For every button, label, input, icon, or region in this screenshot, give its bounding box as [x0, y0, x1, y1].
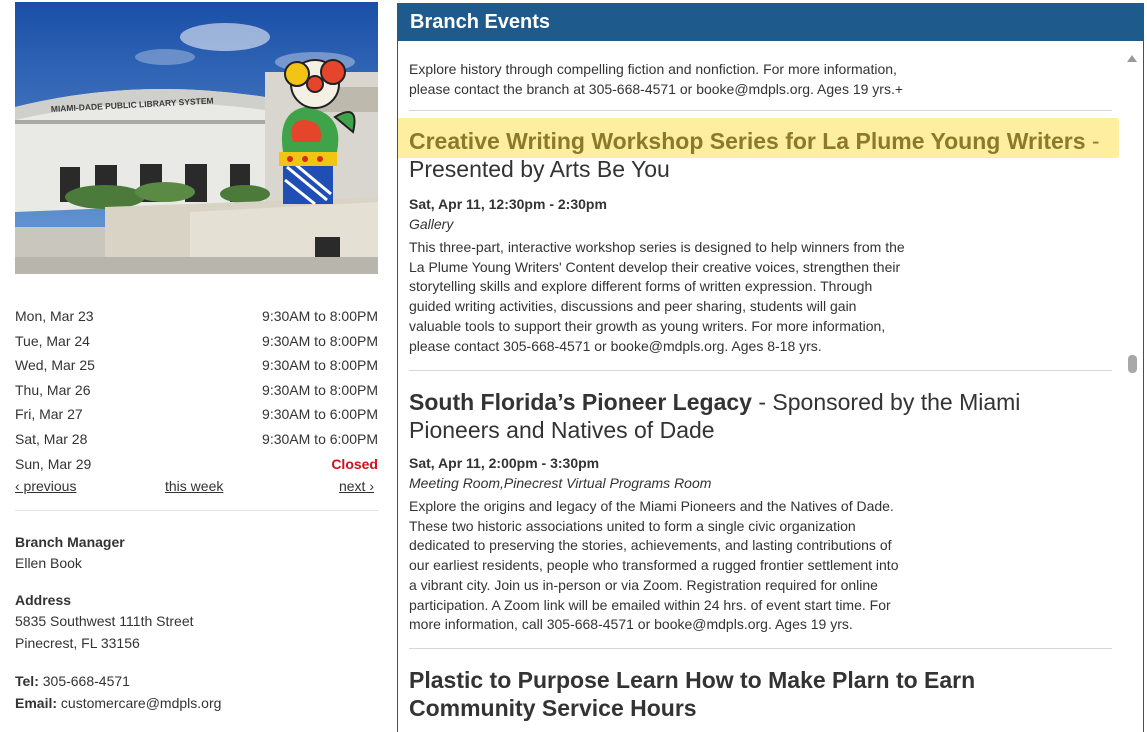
hours-row: Wed, Mar 25 9:30AM to 8:00PM	[15, 354, 378, 379]
branch-manager-name: Ellen Book	[15, 555, 82, 571]
event-name: Plastic to Purpose Learn How to Make Pla…	[409, 667, 976, 721]
hours-time: 9:30AM to 6:00PM	[262, 430, 378, 447]
address-line-1: 5835 Southwest 111th Street	[15, 613, 194, 629]
hours-closed-status: Closed	[331, 455, 378, 472]
hours-row: Thu, Mar 26 9:30AM to 8:00PM	[15, 379, 378, 404]
hours-time: 9:30AM to 6:00PM	[262, 406, 378, 423]
event-divider	[409, 648, 1112, 649]
events-scrollbar[interactable]	[1123, 41, 1143, 732]
event-title-dash: -	[1085, 128, 1100, 154]
hours-day: Fri, Mar 27	[15, 406, 83, 423]
event-subtitle: Presented by Arts Be You	[409, 156, 670, 182]
event-datetime: Sat, Apr 11, 12:30pm - 2:30pm	[409, 196, 607, 212]
hours-row: Fri, Mar 27 9:30AM to 6:00PM	[15, 403, 378, 428]
event-location: Gallery	[409, 216, 454, 232]
telephone: Tel: 305-668-4571	[15, 671, 378, 693]
hours-time: 9:30AM to 8:00PM	[262, 308, 378, 324]
branch-manager-label: Branch Manager	[15, 534, 125, 550]
hours-day: Mon, Mar 23	[15, 308, 94, 324]
hours-day: Thu, Mar 26	[15, 381, 91, 398]
event-description: This three-part, interactive workshop se…	[409, 239, 905, 354]
event-datetime: Sat, Apr 11, 2:00pm - 3:30pm	[409, 455, 600, 471]
hours-row: Sat, Mar 28 9:30AM to 6:00PM	[15, 428, 378, 453]
email-value: customercare@mdpls.org	[60, 695, 222, 711]
previous-week-link[interactable]: ‹ previous	[15, 478, 76, 494]
this-week-link[interactable]: this week	[165, 478, 223, 494]
panel-title: Branch Events	[398, 4, 1143, 41]
event-title-dash: -	[751, 389, 773, 415]
event-title[interactable]: South Florida’s Pioneer Legacy - Sponsor…	[409, 388, 1109, 444]
event-description: Explore the origins and legacy of the Mi…	[409, 498, 899, 633]
events-scroll-area[interactable]: Explore history through compelling ficti…	[398, 41, 1143, 732]
event-divider	[409, 370, 1112, 371]
event-intro-text: Explore history through compelling ficti…	[409, 61, 904, 97]
event-name: South Florida’s Pioneer Legacy	[409, 389, 752, 415]
tel-value: 305-668-4571	[42, 673, 130, 689]
hours-day: Sat, Mar 28	[15, 430, 88, 447]
hours-row: Sun, Mar 29 Closed	[15, 453, 378, 478]
hours-day: Sun, Mar 29	[15, 455, 92, 472]
sidebar-divider	[15, 510, 378, 511]
address-label: Address	[15, 592, 72, 608]
hours-day: Tue, Mar 24	[15, 332, 90, 349]
event-location: Meeting Room,Pinecrest Virtual Programs …	[409, 475, 712, 491]
address-line-2: Pinecrest, FL 33156	[15, 635, 140, 651]
branch-sidebar: MIAMI-DADE PUBLIC LIBRARY SYSTEM Mon, Ma…	[15, 0, 378, 732]
hours-day: Wed, Mar 25	[15, 357, 95, 374]
week-navigation: ‹ previous this week next ›	[15, 478, 378, 498]
event-name: Creative Writing Workshop Series for La …	[409, 128, 1086, 154]
address-block: Address 5835 Southwest 111th Street Pine…	[15, 591, 378, 655]
email-label: Email:	[15, 695, 58, 711]
scroll-up-arrow-icon[interactable]	[1127, 55, 1137, 62]
hours-time: 9:30AM to 8:00PM	[262, 381, 378, 398]
next-week-link[interactable]: next ›	[339, 478, 374, 494]
branch-manager-block: Branch Manager Ellen Book	[15, 533, 378, 575]
email: Email: customercare@mdpls.org	[15, 693, 378, 715]
hours-row: Tue, Mar 24 9:30AM to 8:00PM	[15, 330, 378, 355]
contact-block: Tel: 305-668-4571 Email: customercare@md…	[15, 671, 378, 715]
tel-label: Tel:	[15, 673, 39, 689]
branch-info: Branch Manager Ellen Book Address 5835 S…	[15, 533, 378, 715]
event-title[interactable]: Plastic to Purpose Learn How to Make Pla…	[409, 666, 1029, 722]
hours-list: Mon, Mar 23 9:30AM to 8:00PM Tue, Mar 24 9…	[15, 305, 378, 477]
branch-events-panel: Branch Events Explore history through co…	[397, 3, 1144, 732]
hours-row: Mon, Mar 23 9:30AM to 8:00PM	[15, 305, 378, 330]
event-divider	[409, 110, 1112, 111]
branch-photo: MIAMI-DADE PUBLIC LIBRARY SYSTEM	[15, 2, 378, 274]
scrollbar-thumb[interactable]	[1128, 355, 1137, 373]
hours-time: 9:30AM to 8:00PM	[262, 332, 378, 349]
event-title[interactable]: Creative Writing Workshop Series for La …	[409, 127, 1109, 183]
hours-time: 9:30AM to 8:00PM	[262, 357, 378, 374]
